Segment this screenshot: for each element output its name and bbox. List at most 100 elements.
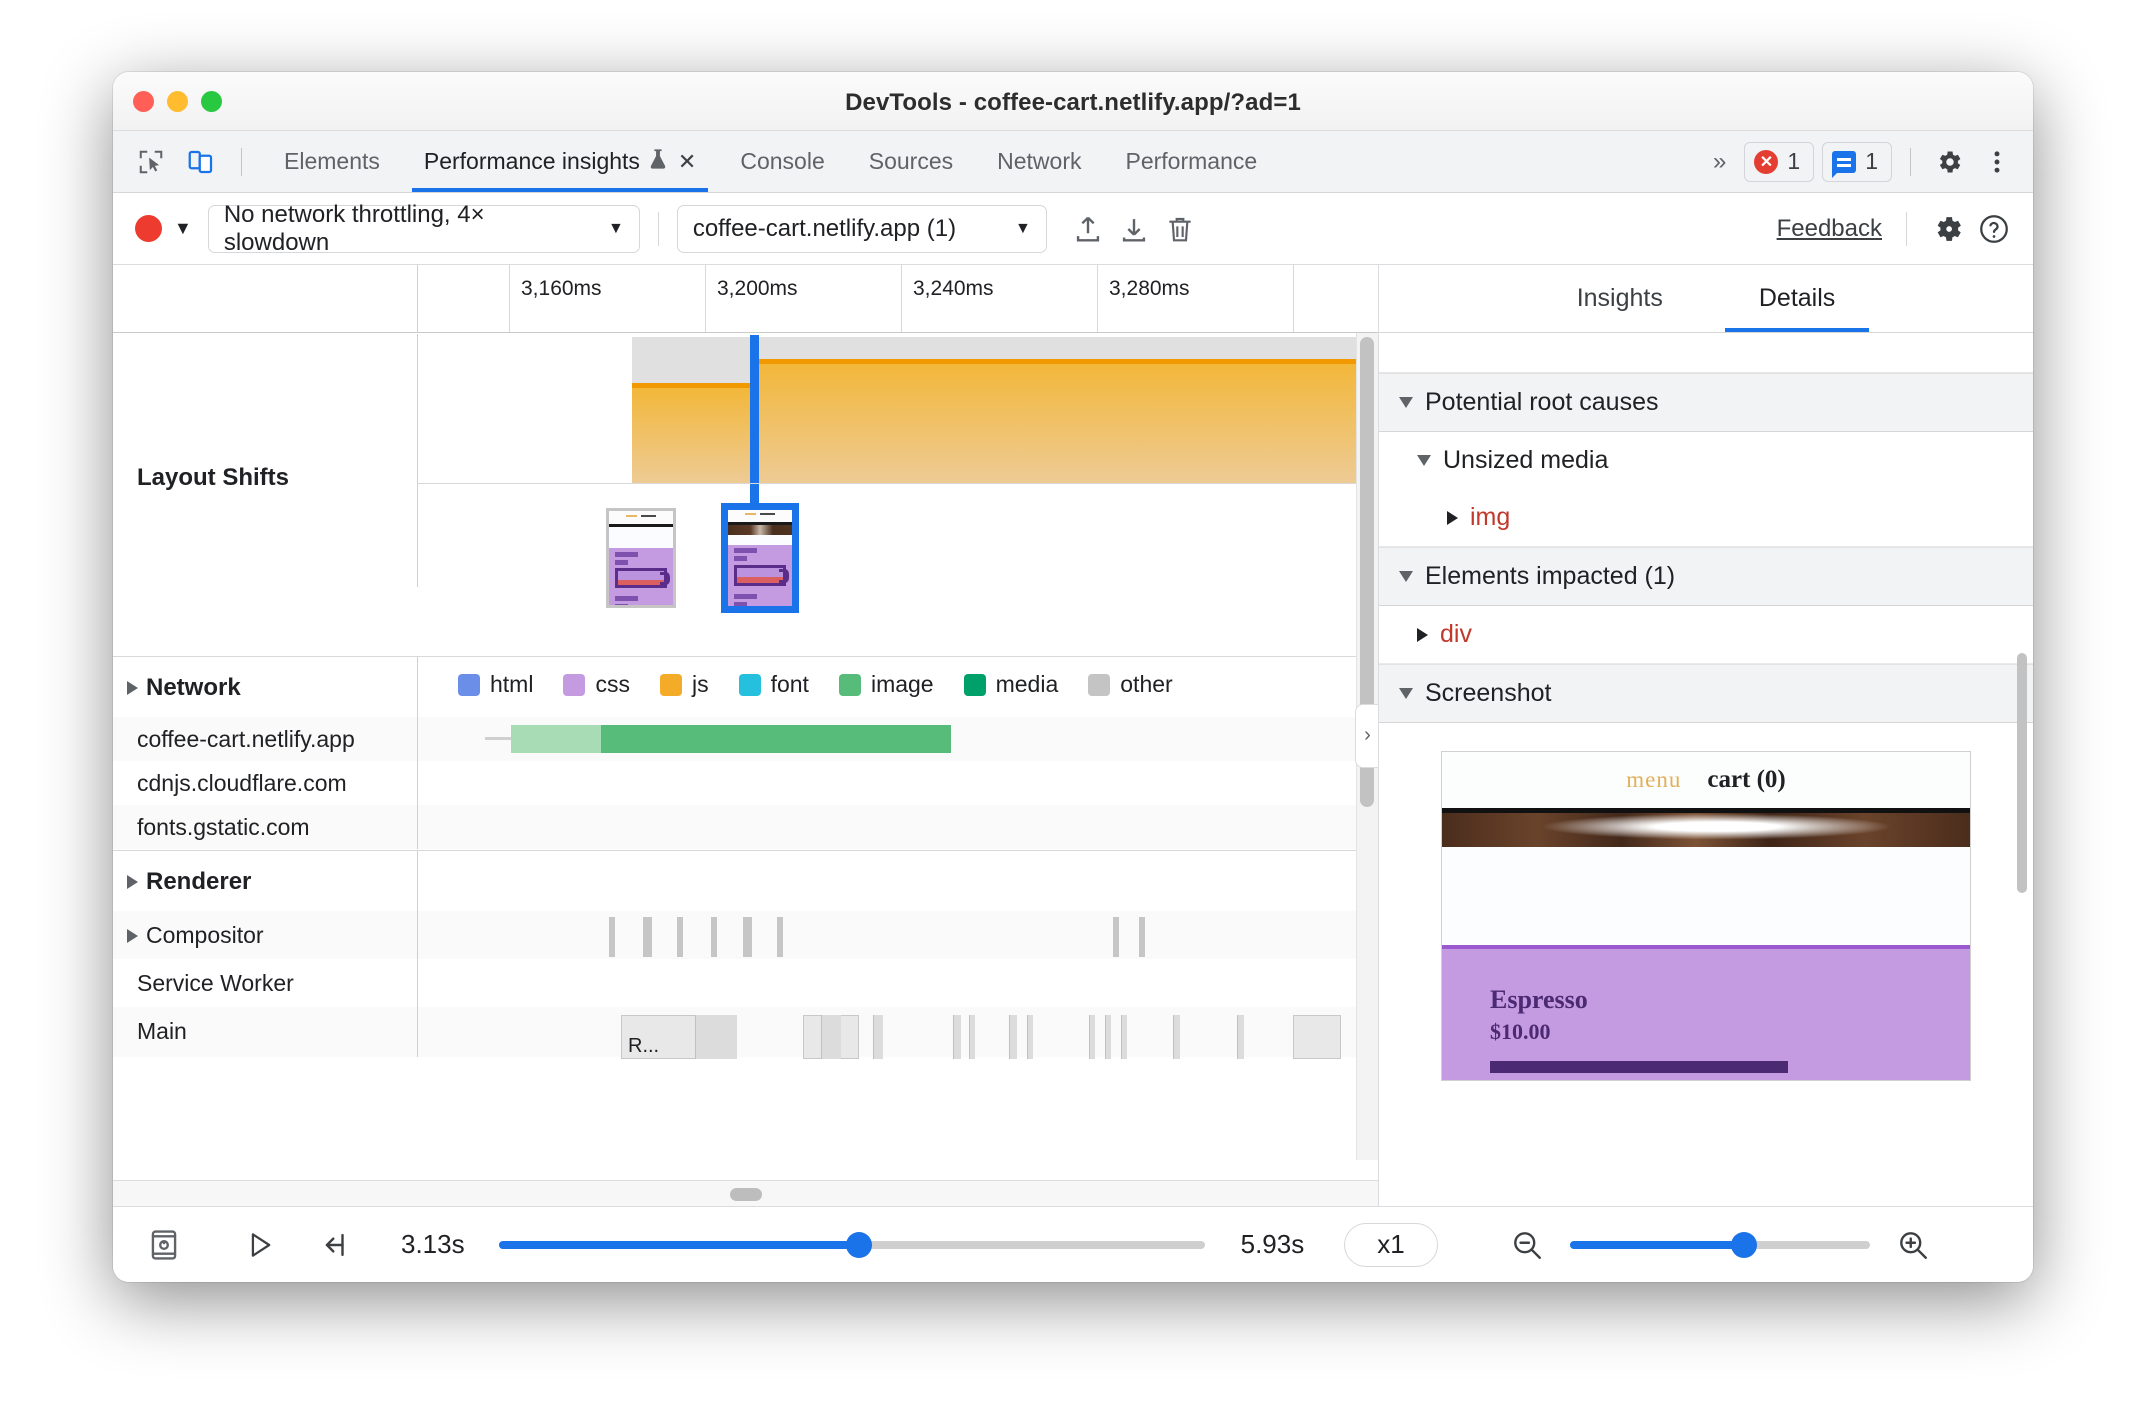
main-event-sub-9[interactable] [1105, 1015, 1111, 1059]
compositor-event[interactable] [1113, 917, 1119, 957]
track-label-fonts-gstatic: fonts.gstatic.com [137, 814, 310, 840]
message-count-button[interactable]: 1 [1822, 141, 1892, 182]
track-name-network[interactable]: Network [113, 657, 418, 717]
tab-performance-insights[interactable]: Performance insights ✕ [402, 131, 718, 192]
more-vertical-icon[interactable] [1977, 142, 2017, 182]
record-button[interactable] [135, 215, 162, 242]
device-toolbar-icon[interactable] [181, 142, 221, 182]
track-name-cdnjs[interactable]: cdnjs.cloudflare.com [113, 761, 418, 805]
tab-close-icon[interactable]: ✕ [678, 149, 696, 175]
throttling-select[interactable]: No network throttling, 4× slowdown ▼ [207, 201, 640, 256]
track-label-compositor: Compositor [146, 922, 264, 948]
playback-time-slider[interactable] [498, 1231, 1205, 1258]
tab-performance[interactable]: Performance [1103, 131, 1279, 192]
tab-console[interactable]: Console [718, 131, 846, 192]
sidebar-scrollbar-thumb[interactable] [2017, 653, 2027, 893]
track-name-main[interactable]: Main [113, 1007, 418, 1057]
main-event-sub-2[interactable] [821, 1015, 841, 1059]
compositor-event[interactable] [609, 917, 615, 957]
track-name-layout-shifts[interactable]: Layout Shifts [113, 334, 418, 587]
feedback-link[interactable]: Feedback [1771, 215, 1888, 243]
main-event-block-3[interactable] [1293, 1015, 1341, 1059]
thumb2-header [728, 510, 792, 522]
main-event-sub-4[interactable] [953, 1015, 961, 1059]
renderer-expander-icon[interactable] [127, 875, 138, 889]
error-icon: ✕ [1754, 149, 1779, 174]
track-name-fonts-gstatic[interactable]: fonts.gstatic.com [113, 805, 418, 849]
compositor-event[interactable] [643, 917, 652, 957]
trace-select[interactable]: coffee-cart.netlify.app (1) ▼ [676, 204, 1047, 253]
track-name-coffee-cart[interactable]: coffee-cart.netlify.app [113, 717, 418, 761]
zoom-level-slider[interactable] [1569, 1231, 1870, 1258]
error-count-button[interactable]: ✕ 1 [1744, 141, 1815, 182]
network-expander-icon[interactable] [127, 681, 138, 695]
layout-shift-thumbnail-2[interactable] [721, 503, 799, 613]
section-screenshot[interactable]: Screenshot [1379, 664, 2033, 723]
main-event-sub-6[interactable] [1009, 1015, 1017, 1059]
play-icon[interactable] [233, 1218, 287, 1272]
track-name-service-worker[interactable]: Service Worker [113, 959, 418, 1007]
main-event-sub-7[interactable] [1027, 1015, 1033, 1059]
main-event-sub-5[interactable] [969, 1015, 975, 1059]
sidebar-collapse-handle[interactable]: › [1355, 703, 1378, 768]
main-event-sub-10[interactable] [1121, 1015, 1127, 1059]
compositor-event[interactable] [1139, 917, 1145, 957]
timeline-resize-grip[interactable] [729, 1188, 762, 1201]
section-elements-impacted[interactable]: Elements impacted (1) [1379, 547, 2033, 606]
compositor-event[interactable] [677, 917, 683, 957]
tab-details[interactable]: Details [1711, 265, 1883, 332]
jump-to-start-icon[interactable] [307, 1218, 361, 1272]
main-event-sub-8[interactable] [1089, 1015, 1095, 1059]
chevron-down-icon-screenshot[interactable] [1399, 688, 1413, 699]
main-event-sub-12[interactable] [1237, 1015, 1244, 1059]
legend-swatch-html [458, 673, 480, 696]
compositor-event[interactable] [777, 917, 783, 957]
root-cause-group-unsized-media[interactable]: Unsized media [1379, 432, 2033, 489]
preview-menu-label: menu [1626, 767, 1682, 792]
main-event-sub[interactable] [695, 1015, 737, 1059]
layout-shift-cluster-1[interactable] [632, 383, 752, 483]
chevron-right-icon-div[interactable] [1417, 627, 1428, 642]
tabbar-divider-right [1910, 147, 1911, 176]
settings-gear-icon[interactable] [1929, 142, 1969, 182]
layout-shift-cluster-2[interactable] [752, 359, 1378, 483]
timeline-ruler[interactable]: 3,160ms 3,200ms 3,240ms 3,280ms [113, 265, 1378, 333]
compositor-expander-icon[interactable] [127, 928, 138, 943]
filmstrip-icon[interactable] [137, 1218, 191, 1272]
tab-network[interactable]: Network [975, 131, 1103, 192]
zoom-in-icon[interactable] [1886, 1218, 1940, 1272]
layout-shift-baseline [418, 483, 1378, 484]
compositor-event[interactable] [743, 917, 752, 957]
track-name-renderer[interactable]: Renderer [113, 851, 418, 911]
help-icon[interactable] [1971, 206, 2017, 252]
section-potential-root-causes[interactable]: Potential root causes [1379, 373, 2033, 432]
record-options-caret-icon[interactable]: ▼ [162, 218, 208, 239]
download-icon[interactable] [1111, 206, 1157, 252]
tab-sources[interactable]: Sources [847, 131, 975, 192]
chevron-down-icon-elements-impacted[interactable] [1399, 571, 1413, 582]
more-tabs-icon[interactable]: » [1703, 148, 1736, 176]
tab-elements[interactable]: Elements [262, 131, 402, 192]
network-request-bar-coffee-cart[interactable] [511, 725, 951, 753]
chevron-down-icon-unsized-media[interactable] [1417, 455, 1431, 466]
capture-settings-gear-icon[interactable] [1925, 206, 1971, 252]
preview-product-price: $10.00 [1490, 1019, 1551, 1044]
main-event-sub-11[interactable] [1173, 1015, 1180, 1059]
chevron-right-icon-img[interactable] [1447, 510, 1458, 525]
zoom-out-icon[interactable] [1500, 1218, 1554, 1272]
upload-icon[interactable] [1065, 206, 1111, 252]
trash-icon[interactable] [1157, 206, 1203, 252]
main-event-sub-3[interactable] [873, 1015, 883, 1059]
playback-speed-button[interactable]: x1 [1344, 1222, 1438, 1267]
chevron-down-icon-root-causes[interactable] [1399, 397, 1413, 408]
root-cause-node-img[interactable]: img [1379, 489, 2033, 547]
layout-shift-thumbnail-1[interactable] [606, 508, 676, 608]
impacted-node-div[interactable]: div [1379, 606, 2033, 664]
track-name-compositor[interactable]: Compositor [113, 911, 418, 959]
timeline-pane[interactable]: 3,160ms 3,200ms 3,240ms 3,280ms Layout S… [113, 265, 1379, 1206]
screenshot-preview[interactable]: menu cart (0) Espresso $10.00 [1441, 751, 1971, 1081]
tab-insights[interactable]: Insights [1529, 265, 1711, 332]
compositor-event[interactable] [711, 917, 717, 957]
inspect-cursor-icon[interactable] [131, 142, 171, 182]
timeline-resize-strip[interactable] [113, 1180, 1378, 1206]
